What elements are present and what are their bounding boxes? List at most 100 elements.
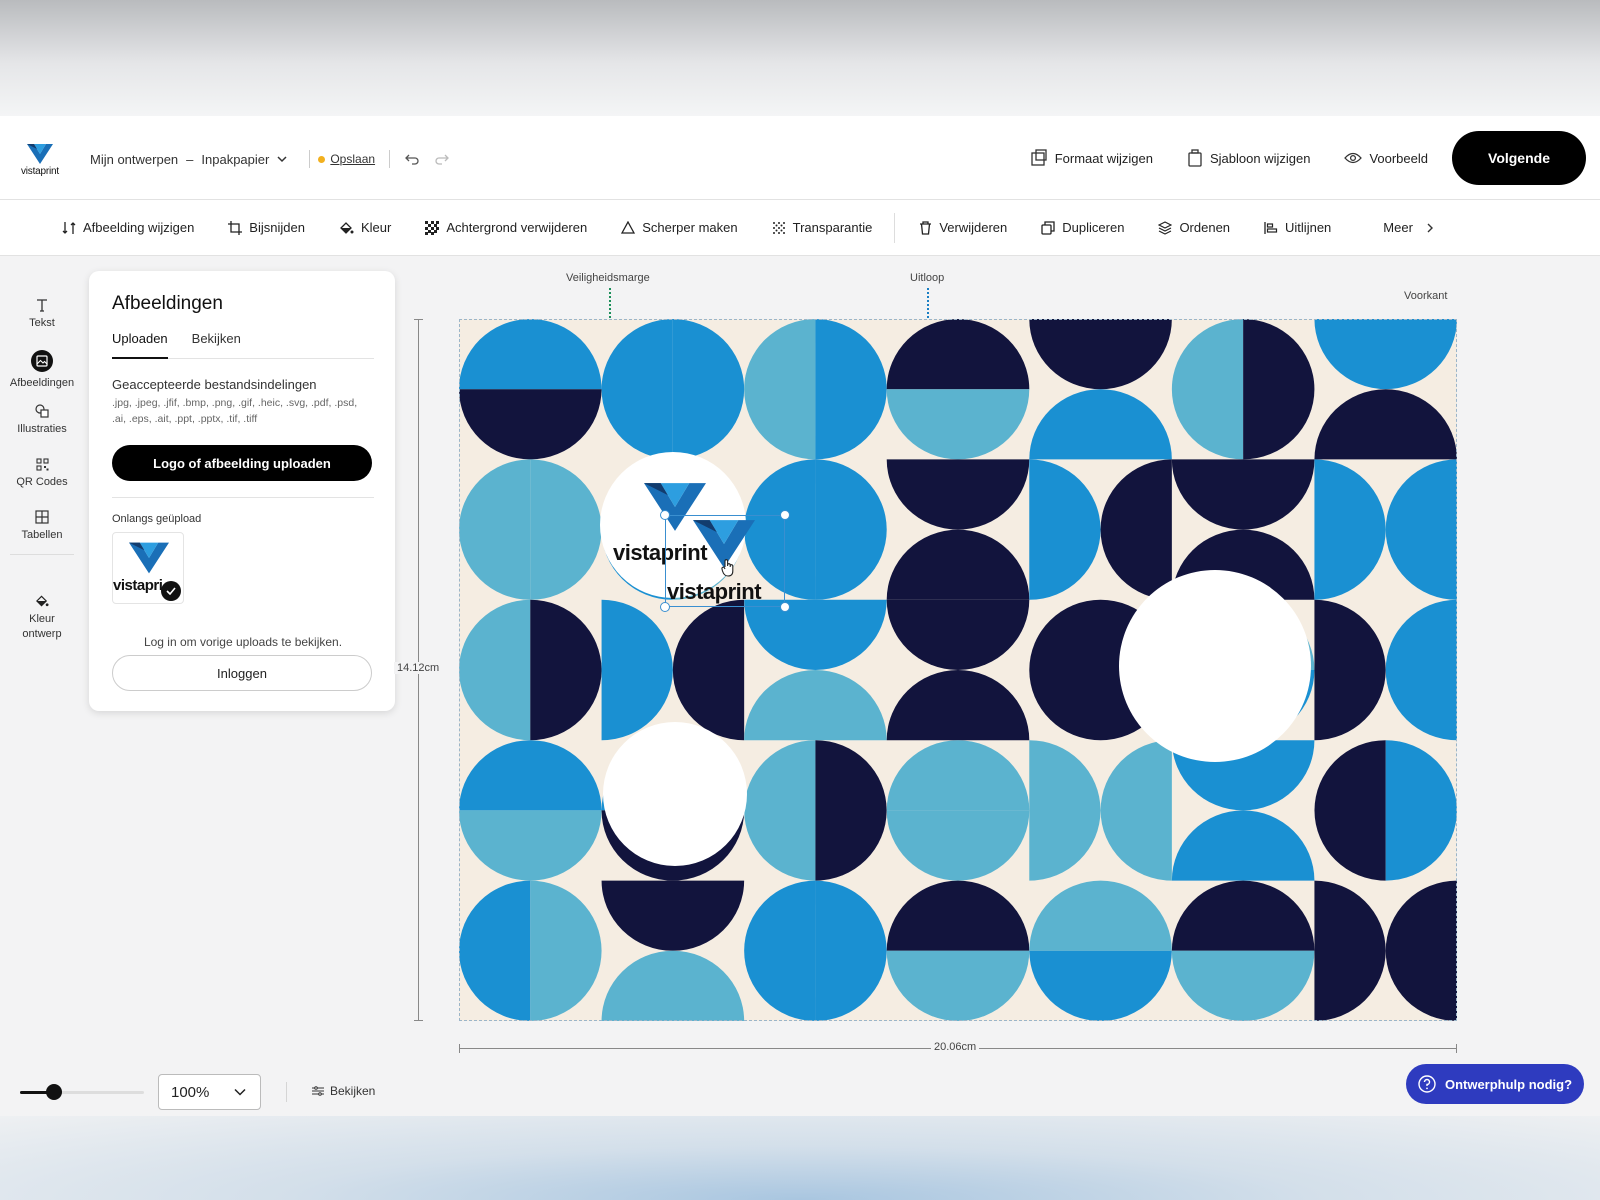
tool-label: Scherper maken [642, 220, 738, 235]
pattern-shape [886, 459, 1030, 530]
save-label: Opslaan [330, 152, 376, 166]
pattern-shape [1029, 459, 1101, 600]
pattern-shape [744, 599, 887, 670]
pattern-shape [672, 599, 745, 741]
pattern-shape [1243, 319, 1315, 460]
breadcrumb-root[interactable]: Mijn ontwerpen [90, 152, 178, 167]
help-label: Ontwerphulp nodig? [1444, 1076, 1573, 1092]
next-button[interactable]: Volgende [1452, 131, 1586, 185]
pattern-shape [744, 319, 816, 460]
rail-label: Kleur ontwerp [22, 613, 62, 640]
tool-delete[interactable]: Verwijderen [919, 220, 1007, 235]
rail-label: QR Codes [16, 476, 68, 488]
save-button[interactable]: Opslaan [318, 152, 375, 166]
rail-label: Illustraties [17, 423, 67, 435]
rail-item-design-color[interactable]: Kleur ontwerp [0, 594, 84, 642]
tool-arrange[interactable]: Ordenen [1158, 220, 1230, 235]
dimension-tick [1456, 1044, 1457, 1053]
design-canvas[interactable]: vistaprint vistaprint [459, 319, 1457, 1021]
upload-button[interactable]: Logo of afbeelding uploaden [112, 445, 372, 481]
tool-remove-background[interactable]: Achtergrond verwijderen [425, 220, 587, 235]
change-template-button[interactable]: Sjabloon wijzigen [1187, 149, 1310, 167]
logo-text: vistaprint [20, 166, 59, 177]
qr-icon [35, 458, 49, 471]
view-button[interactable]: Bekijken [312, 1084, 375, 1098]
pattern-shape [1029, 740, 1101, 881]
pattern-shape [459, 599, 531, 741]
pattern-shape [601, 950, 745, 1021]
pattern-shape [815, 880, 887, 1021]
pattern-shape [886, 740, 1030, 811]
tool-change-image[interactable]: Afbeelding wijzigen [62, 220, 194, 235]
crop-icon [228, 220, 243, 235]
pattern-shape [744, 880, 816, 1021]
resize-handle[interactable] [660, 510, 670, 520]
pattern-shape [744, 670, 887, 741]
pattern-white-circle [603, 722, 747, 866]
wrapping-paper-pattern [459, 319, 1457, 1021]
resize-handle[interactable] [780, 602, 790, 612]
dimension-tick [459, 1044, 460, 1053]
tool-transparency[interactable]: Transparantie [772, 220, 872, 235]
pattern-shape [886, 599, 1030, 670]
chevron-down-icon[interactable] [277, 155, 287, 163]
resize-handle[interactable] [780, 510, 790, 520]
undo-icon[interactable] [404, 153, 420, 165]
preview-button[interactable]: Voorbeeld [1344, 151, 1428, 166]
rail-item-text[interactable]: Tekst [0, 298, 84, 331]
redo-icon[interactable] [434, 153, 450, 165]
tool-label: Dupliceren [1062, 220, 1125, 235]
pattern-shape [1385, 459, 1457, 600]
tool-color[interactable]: Kleur [339, 220, 391, 235]
resize-handle[interactable] [660, 602, 670, 612]
design-help-button[interactable]: Ontwerphulp nodig? [1406, 1064, 1584, 1104]
product-name[interactable]: Inpakpapier [201, 152, 269, 167]
tab-browse[interactable]: Bekijken [192, 331, 241, 359]
login-button[interactable]: Inloggen [112, 655, 372, 691]
pattern-shape [601, 880, 745, 951]
tool-duplicate[interactable]: Dupliceren [1041, 220, 1124, 235]
template-label: Sjabloon wijzigen [1209, 150, 1311, 166]
side-label: Voorkant [1404, 290, 1448, 302]
recent-upload-thumbnail[interactable]: vistapri [112, 532, 184, 604]
pattern-shape [1029, 319, 1172, 390]
breadcrumb: Mijn ontwerpen – Inpakpapier Opslaan [90, 150, 450, 168]
align-icon [1264, 221, 1278, 234]
shapes-icon [35, 404, 49, 418]
pattern-shape [1385, 599, 1457, 741]
rail-item-tables[interactable]: Tabellen [0, 510, 84, 543]
rail-item-illustrations[interactable]: Illustraties [0, 404, 84, 437]
resize-icon [1031, 149, 1047, 166]
dimension-tick [414, 1020, 423, 1021]
tool-label: Bijsnijden [249, 220, 305, 235]
tool-align[interactable]: Uitlijnen [1264, 220, 1331, 235]
copy-icon [1041, 220, 1055, 235]
recent-heading: Onlangs geüpload [112, 513, 202, 525]
tool-crop[interactable]: Bijsnijden [228, 220, 305, 235]
header-divider [309, 150, 311, 168]
bleed-label: Uitloop [910, 272, 945, 284]
rail-item-qr-codes[interactable]: QR Codes [0, 458, 84, 490]
pattern-shape [815, 319, 887, 460]
checkmark-icon [161, 581, 181, 601]
thumbnail-text: vistapri [113, 577, 163, 594]
resize-button[interactable]: Formaat wijzigen [1030, 149, 1153, 167]
header-divider [389, 150, 391, 168]
zoom-select[interactable]: 100% [158, 1074, 261, 1110]
pattern-shape [672, 319, 745, 460]
rail-item-images[interactable]: Afbeeldingen [0, 350, 84, 391]
pattern-shape [1100, 740, 1172, 881]
pattern-shape [530, 880, 602, 1021]
pattern-shape [459, 810, 602, 881]
vistaprint-logo[interactable]: vistaprint [18, 144, 62, 177]
pattern-shape [815, 459, 887, 600]
zoom-slider-handle[interactable] [46, 1084, 62, 1100]
panel-tabs: Uploaden Bekijken [112, 331, 374, 359]
tab-upload[interactable]: Uploaden [112, 331, 168, 359]
selected-logo[interactable]: vistaprint [660, 510, 790, 612]
tool-more[interactable]: Meer [1383, 220, 1434, 235]
tool-sharpen[interactable]: Scherper maken [621, 220, 738, 235]
pattern-shape [1314, 599, 1386, 741]
pattern-shape [459, 319, 602, 390]
pattern-shape [886, 880, 1030, 951]
